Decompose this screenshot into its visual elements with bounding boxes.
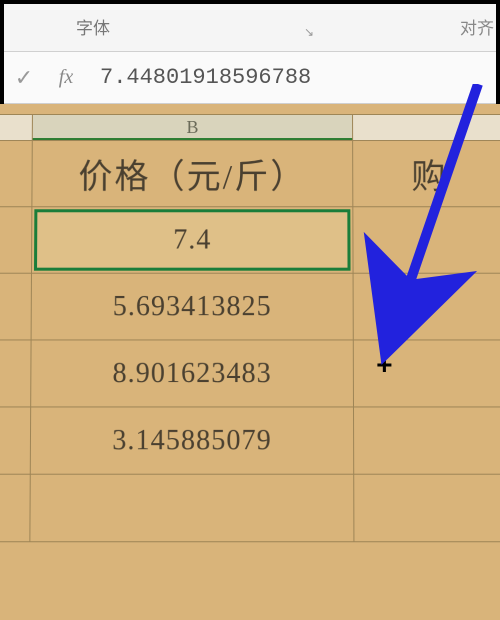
column-header-a[interactable] xyxy=(0,114,32,140)
cell-c2[interactable] xyxy=(353,207,500,273)
formula-input[interactable] xyxy=(94,65,492,90)
ribbon-group-font-label: 字体 xyxy=(76,14,110,39)
cell-b2-selected[interactable]: 7.4 xyxy=(31,207,353,273)
fill-handle-cursor-icon[interactable]: + xyxy=(376,354,393,382)
ribbon: 字体 ↘ 对齐 xyxy=(4,4,496,52)
cell-b5[interactable]: 3.145885079 xyxy=(30,407,353,474)
column-header-c[interactable] xyxy=(353,114,500,140)
purchase-header-label: 购 xyxy=(411,159,447,196)
cell-a3[interactable] xyxy=(0,273,31,340)
cell-c1-header[interactable]: 购 xyxy=(353,141,500,207)
table-row: 8.901623483 xyxy=(0,340,500,407)
cell-a2[interactable] xyxy=(0,207,32,273)
price-header-label: 价格（元/斤） xyxy=(78,159,306,196)
cell-b6[interactable] xyxy=(30,474,354,542)
spreadsheet-grid[interactable]: B 价格（元/斤） 购 7.4 5.693413825 8.901623483 xyxy=(0,104,500,620)
insert-function-button[interactable]: fx xyxy=(52,66,80,89)
cell-c3[interactable] xyxy=(353,273,500,340)
column-header-row: B xyxy=(0,114,500,140)
cell-c5[interactable] xyxy=(353,407,500,474)
dialog-launcher-icon[interactable]: ↘ xyxy=(304,25,318,39)
cell-c6[interactable] xyxy=(354,474,500,542)
cell-a6[interactable] xyxy=(0,474,30,542)
selected-cell-value: 7.4 xyxy=(173,224,211,255)
cell-b3[interactable]: 5.693413825 xyxy=(31,273,353,340)
cell-b1-header[interactable]: 价格（元/斤） xyxy=(32,141,353,207)
accept-edit-button[interactable]: ✓ xyxy=(10,65,38,91)
table-row: 7.4 xyxy=(0,207,500,273)
column-header-b[interactable]: B xyxy=(32,114,352,140)
cell-b4[interactable]: 8.901623483 xyxy=(31,340,354,407)
ribbon-group-align-label: 对齐 xyxy=(460,14,494,39)
cell-a5[interactable] xyxy=(0,407,31,474)
cell-a4[interactable] xyxy=(0,340,31,407)
table-row: 价格（元/斤） 购 xyxy=(0,141,500,207)
table-row xyxy=(0,474,500,542)
table-row: 3.145885079 xyxy=(0,407,500,474)
formula-bar: ✓ fx xyxy=(4,52,496,104)
table-row: 5.693413825 xyxy=(0,273,500,340)
cell-a1[interactable] xyxy=(0,141,32,207)
